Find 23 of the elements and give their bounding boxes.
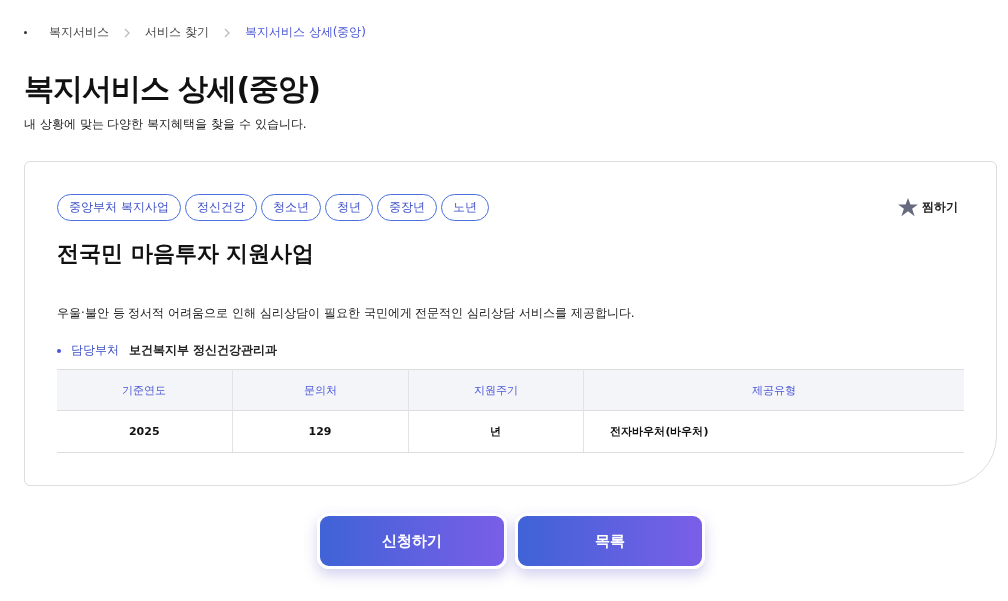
table-header: 기준연도 bbox=[57, 369, 233, 411]
favorite-button[interactable]: 찜하기 bbox=[892, 197, 964, 218]
breadcrumb-link[interactable]: 복지서비스 상세(중앙) bbox=[244, 24, 366, 41]
star-icon bbox=[898, 198, 918, 217]
breadcrumb-link[interactable]: 서비스 찾기 bbox=[145, 24, 209, 41]
bullet-icon bbox=[57, 348, 61, 353]
table-cell: 129 bbox=[232, 410, 408, 453]
table-cell: 전자바우처(바우처) bbox=[583, 410, 964, 453]
bullet-icon bbox=[24, 31, 27, 34]
table-header: 제공유형 bbox=[583, 369, 964, 411]
breadcrumb-link[interactable]: 복지서비스 bbox=[49, 24, 109, 41]
table-header: 지원주기 bbox=[408, 369, 584, 411]
department-value: 보건복지부 정신건강관리과 bbox=[129, 342, 278, 359]
page-subtitle: 내 상황에 맞는 다양한 복지혜택을 찾을 수 있습니다. bbox=[24, 116, 308, 133]
department-label: 담당부처 bbox=[71, 342, 119, 359]
chevron-icon bbox=[123, 27, 131, 38]
table-header: 문의처 bbox=[232, 369, 408, 411]
table-cell: 2025 bbox=[57, 410, 233, 453]
page-title: 복지서비스 상세(중앙) bbox=[24, 70, 321, 108]
service-description: 우울·불안 등 정서적 어려움으로 인해 심리상담이 필요한 국민에게 전문적인 심리상담 서비스를 제공합니다. bbox=[57, 305, 636, 322]
chevron-icon bbox=[222, 27, 231, 38]
service-name: 전국민 마음투자 지원사업 bbox=[57, 240, 316, 268]
table-cell: 년 bbox=[408, 410, 584, 453]
